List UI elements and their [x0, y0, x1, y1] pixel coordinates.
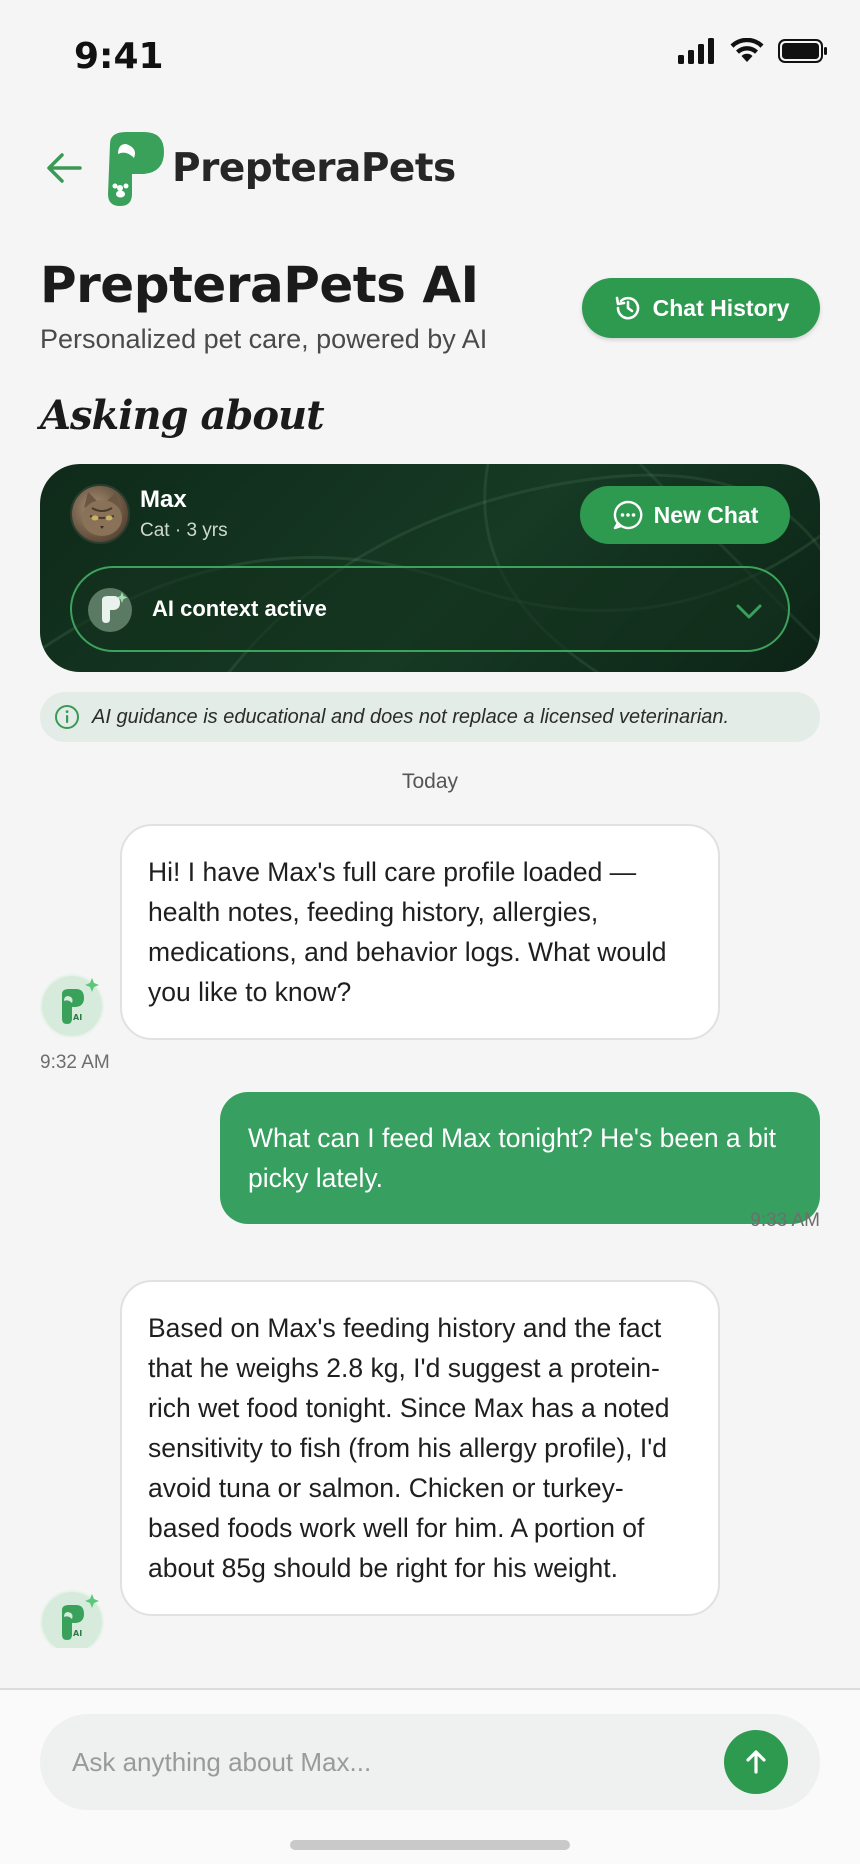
svg-text:AI: AI [73, 1629, 82, 1638]
wifi-icon [730, 38, 764, 62]
message-input[interactable] [72, 1738, 692, 1786]
message-composer [40, 1714, 820, 1810]
chat-history-button[interactable]: Chat History [582, 278, 820, 338]
dog-paw-logo-icon [108, 132, 164, 206]
ai-avatar: AI [40, 1590, 104, 1648]
page-subtitle: Personalized pet care, powered by AI [40, 324, 488, 354]
disclaimer-text: AI guidance is educational and does not … [92, 705, 730, 728]
asking-about-label: Asking about [40, 392, 325, 439]
brand-name: PrepteraPets [172, 146, 456, 191]
chat-history-label: Chat History [652, 294, 790, 321]
chat-bubble-icon [613, 500, 643, 530]
arrow-left-icon [47, 153, 82, 183]
user-message-bubble: What can I feed Max tonight? He's been a… [220, 1092, 820, 1224]
battery-icon [778, 39, 827, 63]
ai-context-icon [88, 588, 132, 632]
ai-logo-icon: AI [62, 978, 99, 1024]
page-title: PrepteraPets AI [40, 256, 479, 314]
status-time: 9:41 [74, 36, 164, 77]
back-button[interactable] [42, 146, 86, 190]
brand-logo [104, 130, 168, 215]
composer-area [0, 1688, 860, 1864]
arrow-up-icon [746, 1750, 766, 1774]
status-bar: 9:41 [0, 0, 860, 110]
chevron-down-icon [736, 604, 762, 619]
new-chat-button[interactable]: New Chat [580, 486, 790, 544]
info-icon [55, 705, 79, 729]
date-separator: Today [401, 770, 459, 793]
chat-thread[interactable]: Hi! I have Max's full care profile loade… [0, 800, 860, 1648]
ai-logo-icon: AI [62, 1594, 99, 1640]
ai-message-bubble: Based on Max's feeding history and the f… [120, 1280, 720, 1616]
app-header: PrepteraPets [0, 128, 860, 228]
disclaimer-banner: AI guidance is educational and does not … [40, 692, 820, 742]
message-timestamp: 9:32 AM [40, 1052, 110, 1073]
new-chat-label: New Chat [653, 501, 759, 528]
pet-meta: Cat · 3 yrs [140, 520, 228, 541]
pet-name: Max [140, 486, 187, 513]
status-icons [678, 38, 828, 64]
message-timestamp: 9:33 AM [750, 1210, 820, 1231]
home-indicator [290, 1840, 570, 1850]
ai-logo-icon [102, 592, 128, 623]
send-button[interactable] [724, 1730, 788, 1794]
svg-text:AI: AI [73, 1013, 82, 1022]
pet-avatar [70, 484, 130, 544]
ai-context-label: AI context active [152, 596, 327, 621]
ai-message-bubble: Hi! I have Max's full care profile loade… [120, 824, 720, 1040]
ai-context-toggle[interactable]: AI context active [70, 566, 790, 652]
ai-avatar: AI [40, 974, 104, 1038]
cellular-signal-icon [678, 38, 714, 64]
pet-context-card: Max Cat · 3 yrs New Chat AI context acti… [40, 464, 820, 672]
history-clock-icon [615, 296, 639, 320]
